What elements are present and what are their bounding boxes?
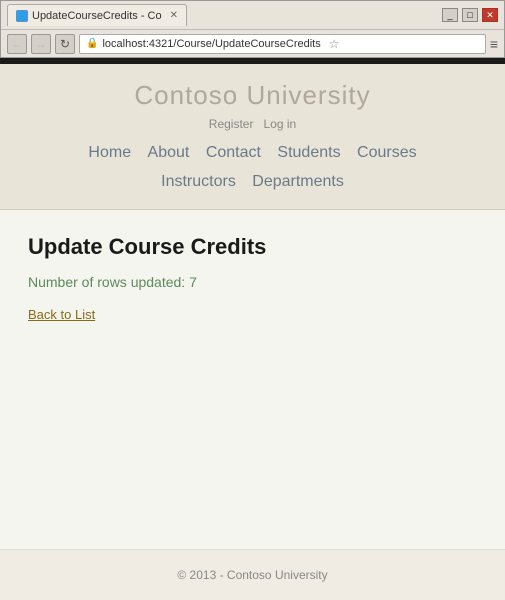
title-bar: 🌐 UpdateCourseCredits - Co ✕ _ □ ✕: [1, 1, 504, 29]
back-button[interactable]: ←: [7, 34, 27, 54]
browser-tab[interactable]: 🌐 UpdateCourseCredits - Co ✕: [7, 4, 187, 26]
content-wrapper: Contoso University Register Log in Home …: [0, 64, 505, 600]
nav-instructors[interactable]: Instructors: [161, 173, 236, 190]
tab-label: UpdateCourseCredits - Co: [32, 10, 162, 22]
tab-area: 🌐 UpdateCourseCredits - Co ✕: [7, 4, 187, 26]
nav-row-2: Instructors Departments: [0, 168, 505, 197]
page-content: Contoso University Register Log in Home …: [0, 64, 505, 600]
url-bar[interactable]: 🔒 localhost:4321/Course/UpdateCourseCred…: [79, 34, 486, 54]
browser-menu-button[interactable]: ≡: [490, 36, 498, 52]
nav-contact[interactable]: Contact: [206, 144, 261, 161]
nav-about[interactable]: About: [148, 144, 190, 161]
nav-courses[interactable]: Courses: [357, 144, 417, 161]
status-text: Number of rows updated: 7: [28, 274, 477, 290]
close-button[interactable]: ✕: [482, 8, 498, 22]
login-link[interactable]: Log in: [264, 117, 297, 131]
minimize-button[interactable]: _: [442, 8, 458, 22]
back-to-list-link[interactable]: Back to List: [28, 307, 95, 322]
refresh-button[interactable]: ↻: [55, 34, 75, 54]
page-heading: Update Course Credits: [28, 234, 477, 260]
window-controls: _ □ ✕: [442, 8, 498, 22]
site-header: Contoso University Register Log in Home …: [0, 64, 505, 210]
site-footer: © 2013 - Contoso University: [0, 549, 505, 600]
nav-links: Home About Contact Students Courses Inst…: [0, 139, 505, 197]
auth-links: Register Log in: [0, 117, 505, 131]
register-link[interactable]: Register: [209, 117, 254, 131]
site-title: Contoso University: [0, 80, 505, 111]
maximize-button[interactable]: □: [462, 8, 478, 22]
nav-home[interactable]: Home: [88, 144, 131, 161]
nav-row-1: Home About Contact Students Courses: [0, 139, 505, 168]
main-content: Update Course Credits Number of rows upd…: [0, 210, 505, 348]
nav-students[interactable]: Students: [277, 144, 340, 161]
footer-spacer: [0, 348, 505, 408]
browser-chrome: 🌐 UpdateCourseCredits - Co ✕ _ □ ✕ ← → ↻: [0, 0, 505, 58]
footer-text: © 2013 - Contoso University: [177, 568, 327, 582]
tab-icon: 🌐: [16, 10, 28, 22]
nav-departments[interactable]: Departments: [252, 173, 344, 190]
forward-button[interactable]: →: [31, 34, 51, 54]
url-text: localhost:4321/Course/UpdateCourseCredit…: [102, 38, 320, 50]
address-bar: ← → ↻ 🔒 localhost:4321/Course/UpdateCour…: [1, 29, 504, 57]
bookmark-icon[interactable]: ☆: [329, 37, 340, 51]
lock-icon: 🔒: [86, 38, 98, 49]
tab-close-button[interactable]: ✕: [170, 10, 178, 21]
